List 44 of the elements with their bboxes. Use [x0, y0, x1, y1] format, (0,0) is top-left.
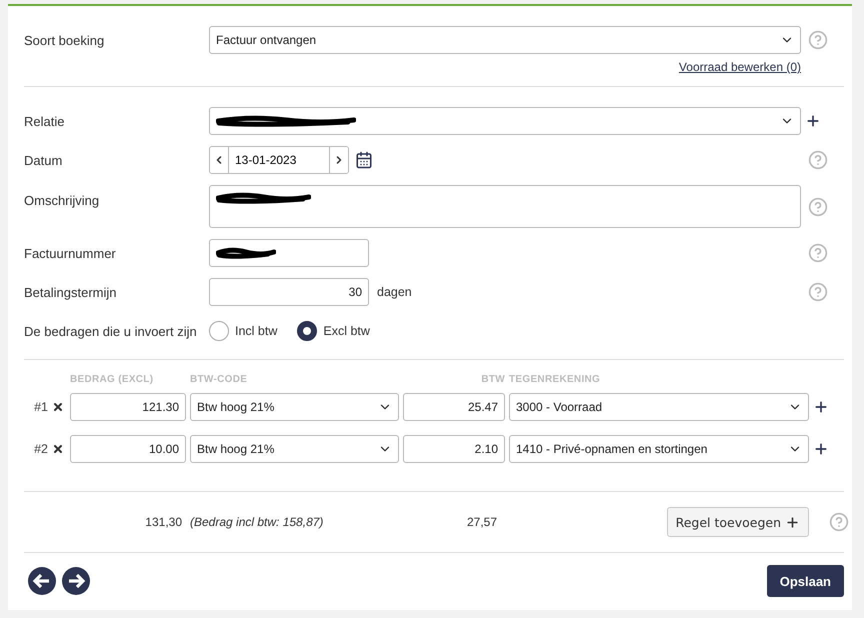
- amount-field[interactable]: 10.00: [70, 435, 186, 463]
- field-label: Omschrijving: [24, 192, 100, 208]
- total-amount: 131,30: [144, 515, 183, 529]
- radio-button[interactable]: [297, 321, 318, 341]
- add-icon[interactable]: [813, 399, 829, 415]
- select-field[interactable]: [209, 107, 801, 135]
- vat-field[interactable]: 25.47: [403, 393, 505, 421]
- add-icon[interactable]: [805, 113, 821, 129]
- total-vat: 27,57: [466, 515, 498, 529]
- radio-label: Incl btw: [235, 324, 278, 338]
- invoice-number-field[interactable]: [209, 239, 369, 267]
- field-label: Soort boeking: [24, 32, 104, 48]
- field-label: Betalingstermijn: [24, 284, 116, 300]
- amount-field[interactable]: 121.30: [70, 393, 186, 421]
- delete-icon[interactable]: [52, 401, 64, 413]
- column-header: BTW-CODE: [190, 374, 248, 385]
- vat-code-select[interactable]: Btw hoog 21%: [190, 393, 399, 421]
- calendar-icon[interactable]: [355, 151, 373, 169]
- save-button[interactable]: Opslaan: [766, 565, 844, 597]
- column-header: TEGENREKENING: [509, 374, 602, 385]
- plus-icon: [785, 514, 800, 530]
- stock-edit-link[interactable]: Voorraad bewerken (0): [678, 60, 801, 74]
- field-label: Datum: [24, 152, 62, 168]
- line-number: #1: [33, 400, 48, 414]
- description-field[interactable]: [209, 185, 801, 228]
- column-header: BEDRAG (EXCL): [70, 374, 154, 385]
- total-incl-vat: (Bedrag incl btw: 158,87): [190, 515, 324, 529]
- delete-icon[interactable]: [52, 443, 64, 455]
- payment-term-field[interactable]: 30: [209, 278, 369, 306]
- add-line-button[interactable]: Regel toevoegen: [666, 507, 809, 537]
- vat-field[interactable]: 2.10: [403, 435, 505, 463]
- add-icon[interactable]: [813, 441, 829, 457]
- field-label: Factuurnummer: [24, 246, 116, 260]
- unit-label: dagen: [377, 285, 412, 299]
- radio-button[interactable]: [209, 321, 229, 341]
- line-number: #2: [33, 442, 48, 456]
- field-label: Relatie: [24, 114, 64, 128]
- account-select[interactable]: 3000 - Voorraad: [509, 393, 809, 421]
- field-label: De bedragen die u invoert zijn: [24, 324, 197, 338]
- column-header: BTW: [480, 374, 505, 385]
- select-field[interactable]: Factuur ontvangen: [209, 26, 801, 54]
- vat-code-select[interactable]: Btw hoog 21%: [190, 435, 399, 463]
- radio-label: Excl btw: [323, 324, 370, 338]
- account-select[interactable]: 1410 - Privé-opnamen en stortingen: [509, 435, 809, 463]
